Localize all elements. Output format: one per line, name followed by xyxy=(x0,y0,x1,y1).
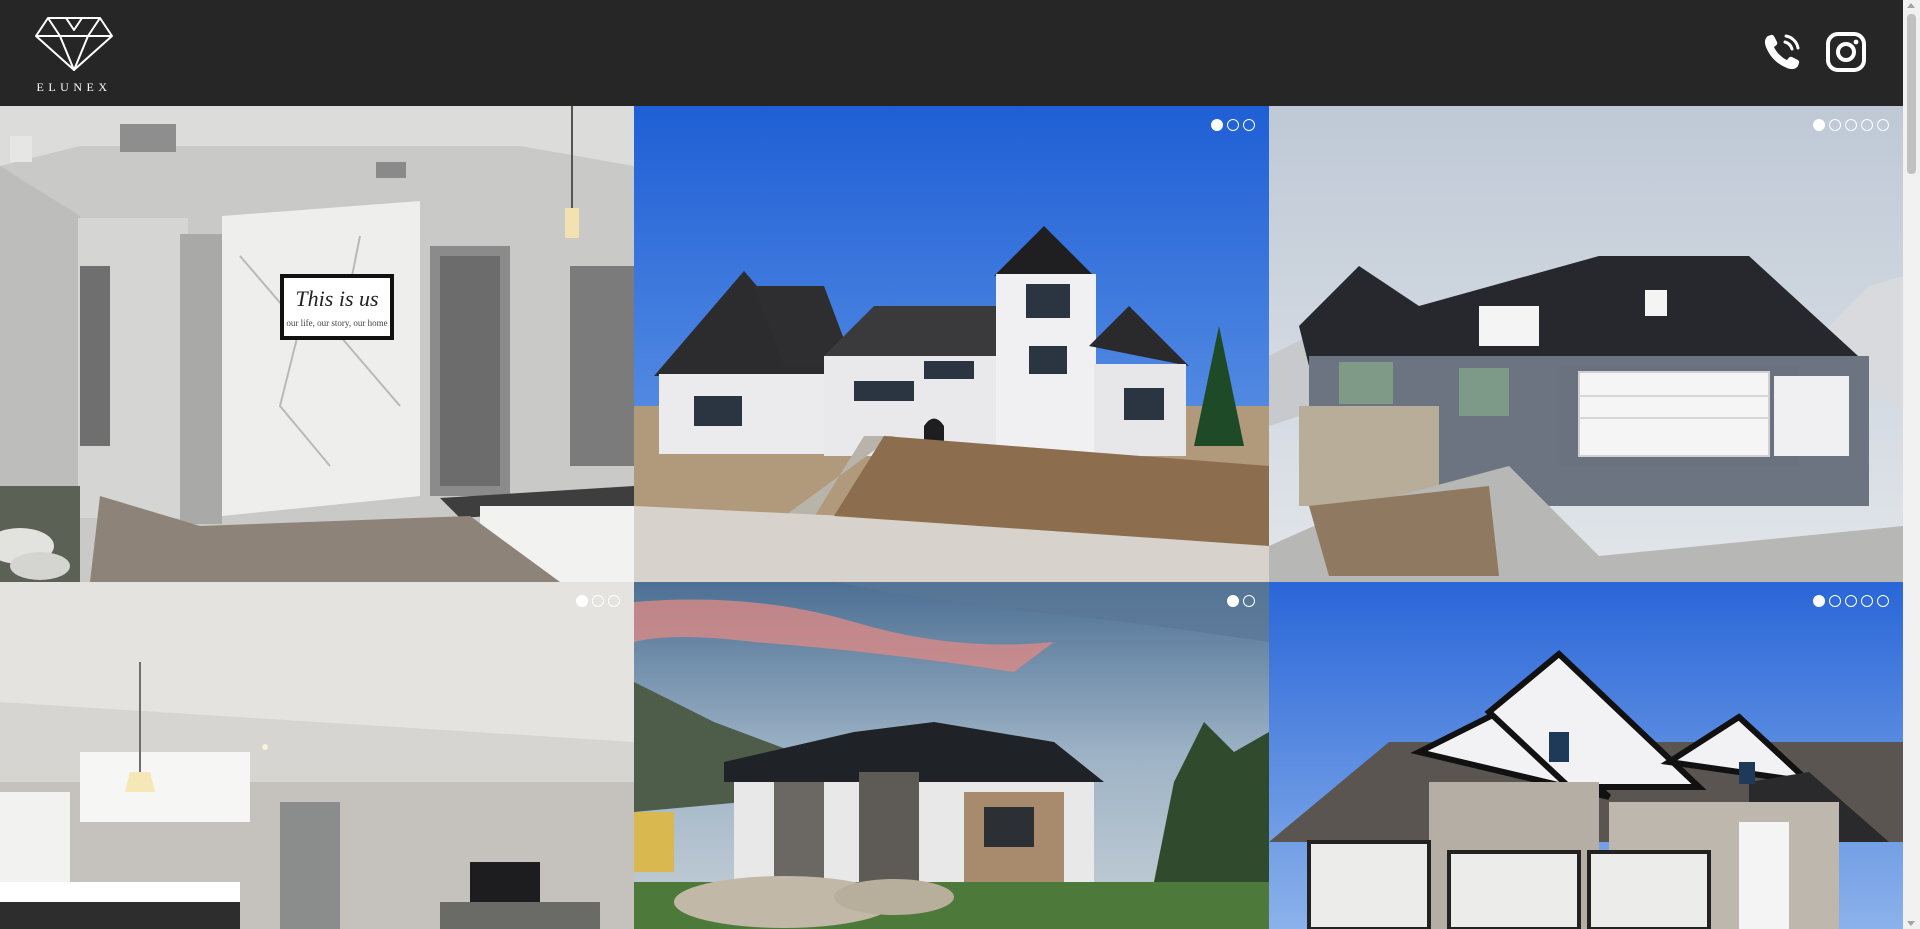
carousel-dot[interactable] xyxy=(1243,119,1255,131)
project-gallery: This is us our life, our story, our home xyxy=(0,106,1903,929)
kitchen-interior-photo xyxy=(0,582,634,929)
carousel-dot[interactable] xyxy=(1877,119,1889,131)
carousel-dot[interactable] xyxy=(592,595,604,607)
scroll-down-arrow-icon[interactable] xyxy=(1907,921,1915,926)
gallery-tile-white-stone-house[interactable] xyxy=(1269,582,1903,929)
carousel-dot[interactable] xyxy=(576,595,588,607)
carousel-dots xyxy=(1813,119,1889,131)
carousel-dot[interactable] xyxy=(1877,595,1889,607)
carousel-dot[interactable] xyxy=(1829,595,1841,607)
carousel-dot[interactable] xyxy=(1243,595,1255,607)
gallery-tile-gray-house[interactable] xyxy=(1269,106,1903,582)
carousel-dot[interactable] xyxy=(1227,595,1239,607)
gray-house-garage-photo xyxy=(1269,106,1903,582)
carousel-dot[interactable] xyxy=(1845,595,1857,607)
svg-text:our life, our story, our home: our life, our story, our home xyxy=(286,318,387,328)
instagram-icon[interactable] xyxy=(1824,30,1868,74)
gallery-tile-white-farmhouse[interactable] xyxy=(634,106,1269,582)
white-stone-house-photo xyxy=(1269,582,1903,929)
carousel-dots xyxy=(1211,119,1255,131)
carousel-dot[interactable] xyxy=(1813,119,1825,131)
carousel-dot[interactable] xyxy=(1211,119,1223,131)
modern-house-sunset-photo xyxy=(634,582,1269,929)
scroll-up-arrow-icon[interactable] xyxy=(1907,3,1915,8)
carousel-dot[interactable] xyxy=(1227,119,1239,131)
gallery-tile-interior-hallway[interactable]: This is us our life, our story, our home xyxy=(0,106,634,582)
svg-text:This is us: This is us xyxy=(295,286,378,311)
carousel-dot[interactable] xyxy=(1845,119,1857,131)
logo-link[interactable]: ELUNEX xyxy=(28,12,120,96)
brand-name: ELUNEX xyxy=(36,80,112,94)
carousel-dots xyxy=(1227,595,1255,607)
carousel-dot[interactable] xyxy=(1861,119,1873,131)
gallery-tile-kitchen[interactable] xyxy=(0,582,634,929)
site-header: ELUNEX xyxy=(0,0,1903,106)
interior-hallway-photo: This is us our life, our story, our home xyxy=(0,106,634,582)
gallery-tile-modern-house[interactable] xyxy=(634,582,1269,929)
phone-icon[interactable] xyxy=(1760,30,1804,74)
carousel-dot[interactable] xyxy=(608,595,620,607)
page-scrollbar[interactable] xyxy=(1903,0,1920,929)
scroll-thumb[interactable] xyxy=(1907,14,1916,174)
diamond-logo-icon xyxy=(35,17,113,71)
carousel-dot[interactable] xyxy=(1829,119,1841,131)
carousel-dots xyxy=(1813,595,1889,607)
carousel-dot[interactable] xyxy=(1813,595,1825,607)
white-farmhouse-construction-photo xyxy=(634,106,1269,582)
carousel-dots xyxy=(576,595,620,607)
carousel-dot[interactable] xyxy=(1861,595,1873,607)
